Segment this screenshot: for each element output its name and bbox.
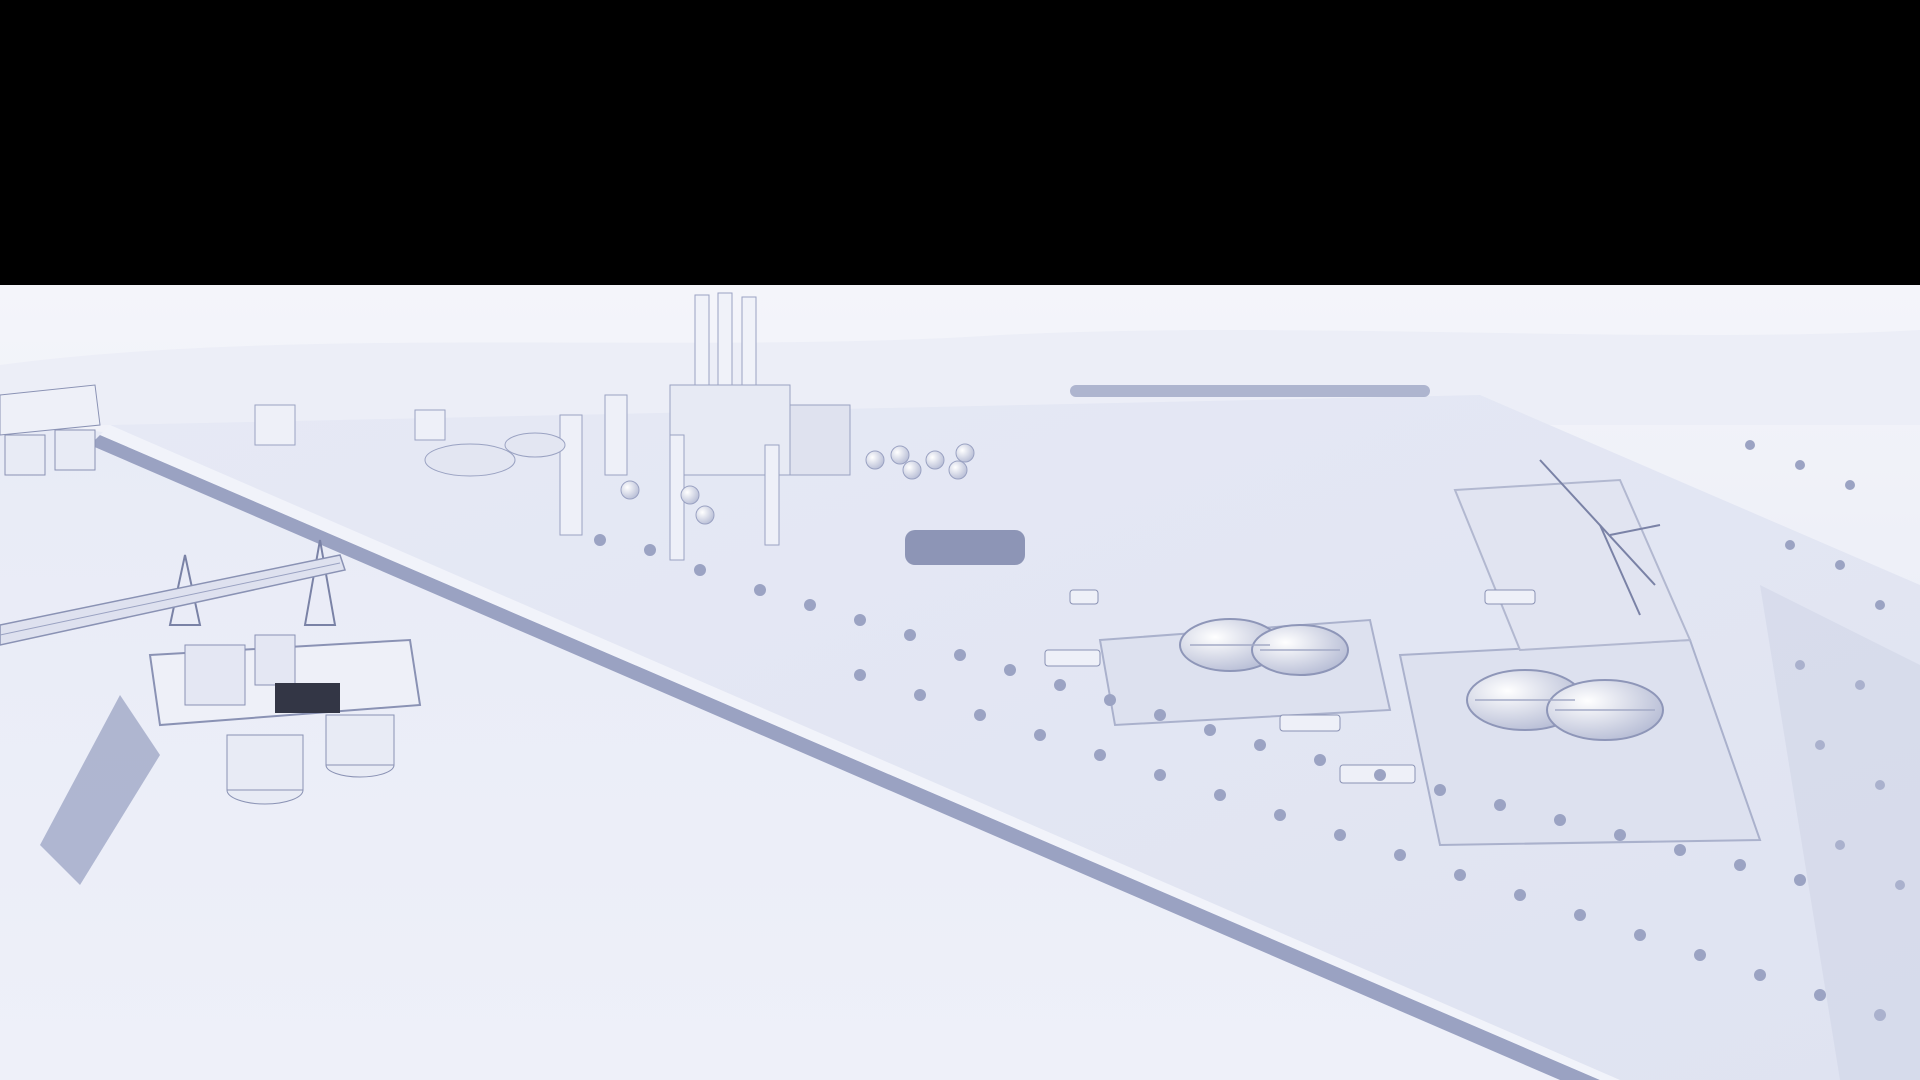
scene-svg — [0, 285, 1920, 1080]
tree-canopy-band — [1070, 385, 1430, 397]
forest-block — [905, 530, 1025, 565]
industrial-scene-render — [0, 285, 1920, 1080]
letterbox-bar — [0, 0, 1920, 285]
render-viewport — [0, 0, 1920, 1080]
